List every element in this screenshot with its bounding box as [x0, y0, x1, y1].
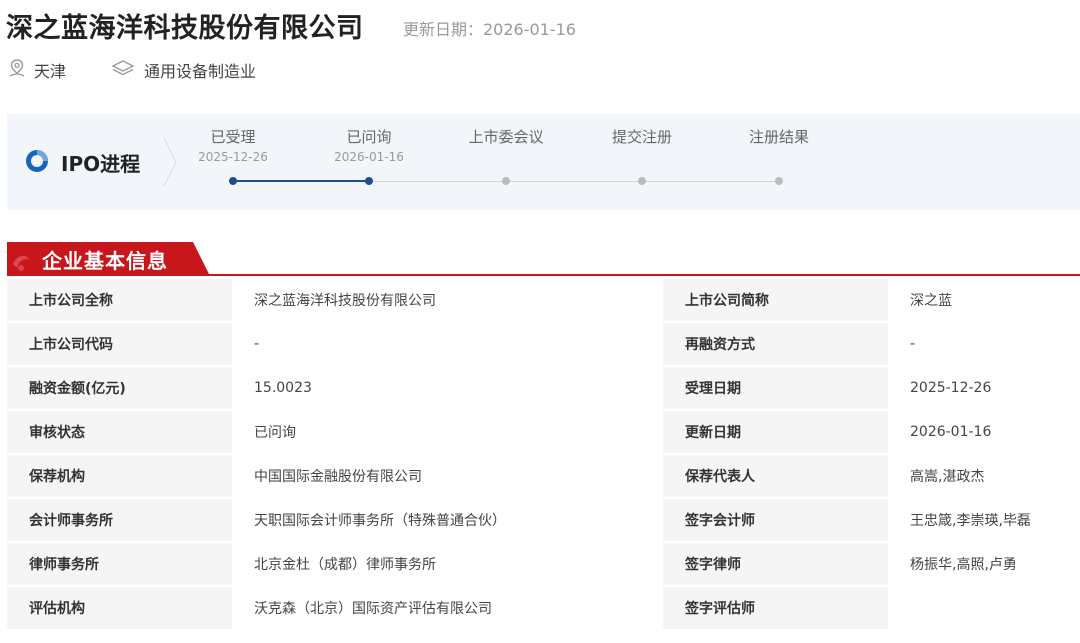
step-registration-result: 注册结果: [719, 126, 839, 164]
field-value: -: [888, 323, 1080, 365]
location-label: 天津: [34, 62, 67, 81]
field-value: -: [232, 323, 663, 365]
location-tag[interactable]: 天津: [8, 58, 66, 82]
field-label: 签字评估师: [663, 587, 888, 629]
field-label: 更新日期: [663, 411, 888, 453]
step-submit-registration: 提交注册: [582, 126, 702, 164]
progress-line-done: [233, 180, 369, 182]
step-date: 2025-12-26: [198, 150, 268, 164]
field-label: 律师事务所: [7, 543, 232, 585]
step-inquired: 已问询 2026-01-16: [309, 126, 429, 164]
field-label: 签字会计师: [663, 499, 888, 541]
step-date: [719, 150, 839, 164]
field-value: 中国国际金融股份有限公司: [232, 455, 663, 497]
section-underline: [7, 274, 1080, 276]
field-value: 深之蓝: [888, 279, 1080, 321]
table-row: 会计师事务所 天职国际会计师事务所（特殊普通合伙） 签字会计师 王忠箴,李崇瑛,…: [7, 499, 1080, 541]
step-listing-committee: 上市委会议: [446, 126, 566, 164]
field-value: 2026-01-16: [888, 411, 1080, 453]
table-row: 融资金额(亿元) 15.0023 受理日期 2025-12-26: [7, 367, 1080, 409]
step-dot-pending: [502, 177, 510, 185]
ipo-logo-icon: [25, 149, 49, 177]
field-label: 会计师事务所: [7, 499, 232, 541]
page: 深之蓝海洋科技股份有限公司 更新日期：2026-01-16 天津 通用设备制造业: [0, 0, 1080, 643]
step-date: [446, 150, 566, 164]
step-dot-pending: [775, 177, 783, 185]
field-value: 北京金杜（成都）律师事务所: [232, 543, 663, 585]
location-pin-icon: [8, 58, 26, 82]
step-date: 2026-01-16: [334, 150, 404, 164]
table-row: 上市公司全称 深之蓝海洋科技股份有限公司 上市公司简称 深之蓝: [7, 279, 1080, 321]
step-dot-done: [365, 177, 373, 185]
industry-tag[interactable]: 通用设备制造业: [110, 58, 256, 82]
step-dot-done: [229, 177, 237, 185]
field-label: 保荐代表人: [663, 455, 888, 497]
field-label: 上市公司简称: [663, 279, 888, 321]
ipo-header: IPO进程: [25, 148, 140, 177]
step-dot-pending: [638, 177, 646, 185]
progress-line-pending: [369, 181, 779, 182]
field-label: 再融资方式: [663, 323, 888, 365]
industry-label: 通用设备制造业: [144, 62, 257, 81]
table-row: 保荐机构 中国国际金融股份有限公司 保荐代表人 高嵩,湛政杰: [7, 455, 1080, 497]
field-label: 上市公司全称: [7, 279, 232, 321]
field-value: 2025-12-26: [888, 367, 1080, 409]
field-value: 天职国际会计师事务所（特殊普通合伙）: [232, 499, 663, 541]
company-info-table: 上市公司全称 深之蓝海洋科技股份有限公司 上市公司简称 深之蓝 上市公司代码 -…: [7, 277, 1080, 631]
table-row: 审核状态 已问询 更新日期 2026-01-16: [7, 411, 1080, 453]
field-value: 15.0023: [232, 367, 663, 409]
step-date: [582, 150, 702, 164]
layers-icon: [110, 58, 136, 82]
ipo-title: IPO进程: [61, 152, 141, 176]
step-name: 提交注册: [611, 128, 672, 146]
field-value: 已问询: [232, 411, 663, 453]
field-label: 融资金额(亿元): [7, 367, 232, 409]
field-label: 受理日期: [663, 367, 888, 409]
section-title: 企业基本信息: [42, 249, 168, 273]
ipo-progress-panel: IPO进程 已受理 2025-12-26 已问询 2026-01-16 上市委会…: [7, 114, 1080, 210]
field-value: [888, 587, 1080, 629]
field-label: 上市公司代码: [7, 323, 232, 365]
company-title: 深之蓝海洋科技股份有限公司: [6, 13, 364, 44]
field-value: 高嵩,湛政杰: [888, 455, 1080, 497]
table-row: 评估机构 沃克森（北京）国际资产评估有限公司 签字评估师: [7, 587, 1080, 629]
step-accepted: 已受理 2025-12-26: [173, 126, 293, 164]
field-label: 评估机构: [7, 587, 232, 629]
field-label: 保荐机构: [7, 455, 232, 497]
table-row: 上市公司代码 - 再融资方式 -: [7, 323, 1080, 365]
field-label: 签字律师: [663, 543, 888, 585]
step-name: 已受理: [210, 128, 256, 146]
update-date: 更新日期：2026-01-16: [403, 20, 576, 39]
field-value: 深之蓝海洋科技股份有限公司: [232, 279, 663, 321]
field-value: 王忠箴,李崇瑛,毕磊: [888, 499, 1080, 541]
section-header: 企业基本信息: [7, 242, 1080, 276]
step-name: 注册结果: [748, 128, 809, 146]
step-name: 已问询: [346, 128, 392, 146]
table-row: 律师事务所 北京金杜（成都）律师事务所 签字律师 杨振华,高照,卢勇: [7, 543, 1080, 585]
field-label: 审核状态: [7, 411, 232, 453]
field-value: 杨振华,高照,卢勇: [888, 543, 1080, 585]
field-value: 沃克森（北京）国际资产评估有限公司: [232, 587, 663, 629]
step-name: 上市委会议: [468, 128, 544, 146]
